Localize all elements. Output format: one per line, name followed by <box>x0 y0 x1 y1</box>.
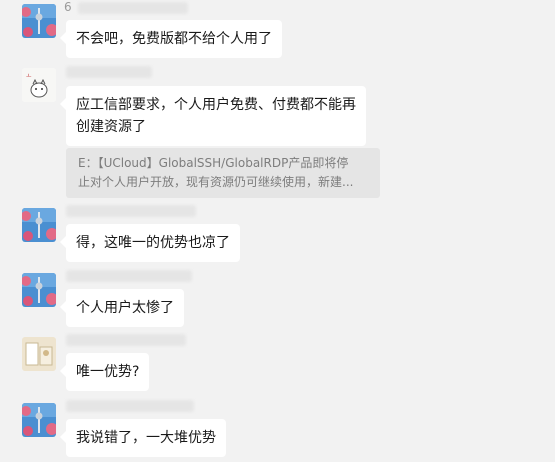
message-bubble: 得，这唯一的优势也凉了 <box>60 224 240 262</box>
sender-name: 6 <box>64 0 72 14</box>
quote-text-line: 止对个人用户开放，现有资源仍可继续使用，新建... <box>78 175 354 189</box>
message-text-line: 应工信部要求，个人用户免费、付费都不能再 <box>76 97 356 113</box>
quote-text-line: E：【UCloud】GlobalSSH/GlobalRDP产品即将停 <box>78 156 349 170</box>
tv-tower-icon <box>22 403 56 437</box>
sender-name-blurred <box>66 270 192 282</box>
tv-tower-icon <box>22 208 56 242</box>
quoted-message[interactable]: E：【UCloud】GlobalSSH/GlobalRDP产品即将停 止对个人用… <box>66 148 380 198</box>
sender-name-blurred <box>78 2 188 14</box>
tv-tower-icon <box>22 273 56 307</box>
avatar[interactable] <box>22 273 56 307</box>
message-text: 我说错了，一大堆优势 <box>76 430 216 446</box>
message-text: 个人用户太惨了 <box>76 300 174 316</box>
avatar[interactable] <box>22 337 56 371</box>
photo-avatar-icon <box>22 337 56 371</box>
svg-text:ㅗ: ㅗ <box>26 73 32 80</box>
message-bubble: 不会吧，免费版都不给个人用了 <box>60 20 282 58</box>
message-bubble: 我说错了，一大堆优势 <box>60 419 226 457</box>
message-text: 唯一优势? <box>76 364 140 380</box>
sender-name-blurred <box>66 334 186 346</box>
message-text: 不会吧，免费版都不给个人用了 <box>76 31 272 47</box>
message-bubble: 唯一优势? <box>59 353 150 391</box>
message-bubble: 应工信部要求，个人用户免费、付费都不能再 创建资源了 <box>60 86 366 146</box>
avatar[interactable]: ㅗ <box>22 68 56 102</box>
sender-name-blurred <box>66 205 196 217</box>
avatar[interactable] <box>22 208 56 242</box>
cartoon-avatar-icon: ㅗ <box>22 68 56 102</box>
message-text-line: 创建资源了 <box>76 119 146 135</box>
message-text: 得，这唯一的优势也凉了 <box>76 235 230 251</box>
chat-history: 6 不会吧，免费版都不给个人用了 ㅗ 应工信部要求，个人用户免费、付费都不能再 … <box>0 0 555 462</box>
sender-name-blurred <box>66 66 152 78</box>
tv-tower-icon <box>22 4 56 38</box>
avatar[interactable] <box>22 403 56 437</box>
message-bubble: 个人用户太惨了 <box>60 289 184 327</box>
avatar[interactable] <box>22 4 56 38</box>
sender-name-blurred <box>66 400 194 412</box>
